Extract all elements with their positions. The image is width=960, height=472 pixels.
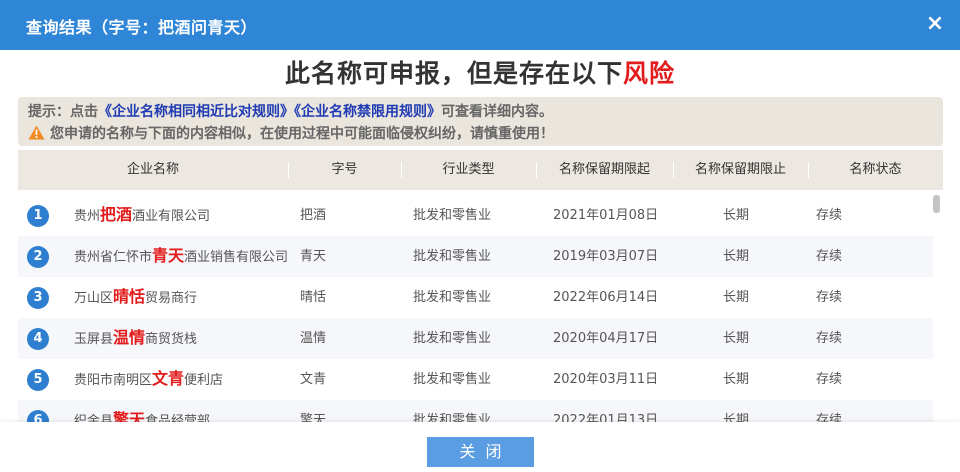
- result-heading: 此名称可申报，但是存在以下风险: [0, 54, 960, 90]
- dialog-title: 查询结果（字号：把酒问青天）: [26, 18, 258, 37]
- industry-cell: 批发和零售业: [413, 249, 492, 264]
- end-date-cell: 长期: [723, 208, 750, 223]
- heading-risk-text: 风险: [623, 59, 676, 88]
- table-row[interactable]: 5 贵阳市南明区文青便利店 文青 批发和零售业 2020年03月11日 长期 存…: [18, 359, 933, 400]
- warning-line: 您申请的名称与下面的内容相似，在使用过程中可能面临侵权纠纷，请慎重使用！: [28, 123, 554, 143]
- company-name-cell: 贵州把酒酒业有限公司: [74, 195, 289, 236]
- company-name-cell: 织金县擎天食品经营部: [74, 400, 289, 422]
- name-highlight: 青天: [152, 245, 185, 265]
- table-header: 企业名称 字号 行业类型 名称保留期限起 名称保留期限止 名称状态: [18, 150, 943, 190]
- header-industry: 行业类型: [442, 162, 495, 177]
- zihao-cell: 把酒: [300, 208, 327, 223]
- header-status: 名称状态: [849, 162, 902, 177]
- status-cell: 存续: [816, 413, 843, 422]
- name-prefix: 贵阳市南明区: [74, 372, 153, 388]
- name-suffix: 便利店: [184, 372, 224, 388]
- company-name-cell: 贵州省仁怀市青天酒业销售有限公司: [74, 236, 289, 277]
- header-start-date: 名称保留期限起: [558, 162, 650, 177]
- start-date-cell: 2020年04月17日: [553, 331, 659, 346]
- end-date-cell: 长期: [723, 331, 750, 346]
- start-date-cell: 2022年01月13日: [553, 413, 659, 422]
- industry-cell: 批发和零售业: [413, 331, 492, 346]
- row-index-badge: 2: [27, 246, 49, 268]
- table-row[interactable]: 2 贵州省仁怀市青天酒业销售有限公司 青天 批发和零售业 2019年03月07日…: [18, 236, 933, 277]
- name-suffix: 贸易商行: [145, 290, 198, 306]
- row-index-badge: 3: [27, 287, 49, 309]
- name-prefix: 玉屏县: [74, 331, 114, 347]
- zihao-cell: 晴恬: [300, 290, 327, 305]
- zihao-cell: 青天: [300, 249, 327, 264]
- end-date-cell: 长期: [723, 290, 750, 305]
- name-prefix: 贵州省仁怀市: [74, 249, 153, 265]
- table-row[interactable]: 3 万山区晴恬贸易商行 晴恬 批发和零售业 2022年06月14日 长期 存续: [18, 277, 933, 318]
- start-date-cell: 2019年03月07日: [553, 249, 659, 264]
- heading-main-text: 此名称可申报，但是存在以下: [284, 59, 623, 88]
- tip-suffix: 可查看详细内容。: [441, 104, 553, 120]
- row-index-badge: 6: [27, 410, 49, 422]
- company-name-cell: 贵阳市南明区文青便利店: [74, 359, 289, 400]
- name-highlight: 把酒: [100, 204, 133, 224]
- warning-text: 您申请的名称与下面的内容相似，在使用过程中可能面临侵权纠纷，请慎重使用！: [50, 126, 554, 142]
- name-highlight: 温情: [113, 327, 146, 347]
- name-highlight: 文青: [152, 368, 185, 388]
- name-suffix: 食品经营部: [145, 413, 211, 423]
- close-button[interactable]: 关闭: [427, 437, 534, 467]
- header-end-date: 名称保留期限止: [694, 162, 786, 177]
- end-date-cell: 长期: [723, 413, 750, 422]
- status-cell: 存续: [816, 208, 843, 223]
- dialog-titlebar: 查询结果（字号：把酒问青天） ×: [0, 0, 960, 50]
- name-suffix: 商贸货栈: [145, 331, 198, 347]
- status-cell: 存续: [816, 372, 843, 387]
- industry-cell: 批发和零售业: [413, 413, 492, 422]
- table-row[interactable]: 4 玉屏县温情商贸货栈 温情 批发和零售业 2020年04月17日 长期 存续: [18, 318, 933, 359]
- similarity-rules-link[interactable]: 《企业名称相同相近比对规则》: [98, 104, 294, 120]
- zihao-cell: 文青: [300, 372, 327, 387]
- row-index-badge: 4: [27, 328, 49, 350]
- header-zihao: 字号: [331, 162, 358, 177]
- name-highlight: 擎天: [113, 409, 146, 422]
- name-prefix: 万山区: [74, 290, 114, 306]
- table-scrollbar[interactable]: [932, 192, 942, 422]
- company-name-cell: 玉屏县温情商贸货栈: [74, 318, 289, 359]
- close-icon[interactable]: ×: [924, 13, 946, 35]
- tip-line: 提示：点击《企业名称相同相近比对规则》《企业名称禁限用规则》可查看详细内容。: [28, 101, 553, 121]
- industry-cell: 批发和零售业: [413, 290, 492, 305]
- company-name-cell: 万山区晴恬贸易商行: [74, 277, 289, 318]
- industry-cell: 批发和零售业: [413, 208, 492, 223]
- zihao-cell: 温情: [300, 331, 327, 346]
- status-cell: 存续: [816, 290, 843, 305]
- start-date-cell: 2021年01月08日: [553, 208, 659, 223]
- dialog-footer: 关闭: [0, 422, 960, 472]
- prohibited-rules-link[interactable]: 《企业名称禁限用规则》: [294, 104, 441, 120]
- header-company-name: 企业名称: [126, 162, 179, 177]
- name-highlight: 晴恬: [113, 286, 146, 306]
- tip-prefix: 提示：点击: [28, 104, 98, 120]
- name-prefix: 织金县: [74, 413, 114, 423]
- start-date-cell: 2020年03月11日: [553, 372, 659, 387]
- start-date-cell: 2022年06月14日: [553, 290, 659, 305]
- end-date-cell: 长期: [723, 249, 750, 264]
- results-table-body[interactable]: 1 贵州把酒酒业有限公司 把酒 批发和零售业 2021年01月08日 长期 存续…: [18, 192, 943, 422]
- table-row[interactable]: 1 贵州把酒酒业有限公司 把酒 批发和零售业 2021年01月08日 长期 存续: [18, 195, 933, 236]
- industry-cell: 批发和零售业: [413, 372, 492, 387]
- end-date-cell: 长期: [723, 372, 750, 387]
- name-suffix: 酒业销售有限公司: [184, 249, 289, 265]
- warning-icon: [28, 125, 45, 140]
- status-cell: 存续: [816, 249, 843, 264]
- name-prefix: 贵州: [74, 208, 101, 224]
- scrollbar-thumb[interactable]: [933, 195, 940, 213]
- tip-box: 提示：点击《企业名称相同相近比对规则》《企业名称禁限用规则》可查看详细内容。 您…: [18, 97, 943, 146]
- table-row[interactable]: 6 织金县擎天食品经营部 擎天 批发和零售业 2022年01月13日 长期 存续: [18, 400, 933, 422]
- zihao-cell: 擎天: [300, 413, 327, 422]
- status-cell: 存续: [816, 331, 843, 346]
- name-suffix: 酒业有限公司: [132, 208, 211, 224]
- row-index-badge: 1: [27, 205, 49, 227]
- row-index-badge: 5: [27, 369, 49, 391]
